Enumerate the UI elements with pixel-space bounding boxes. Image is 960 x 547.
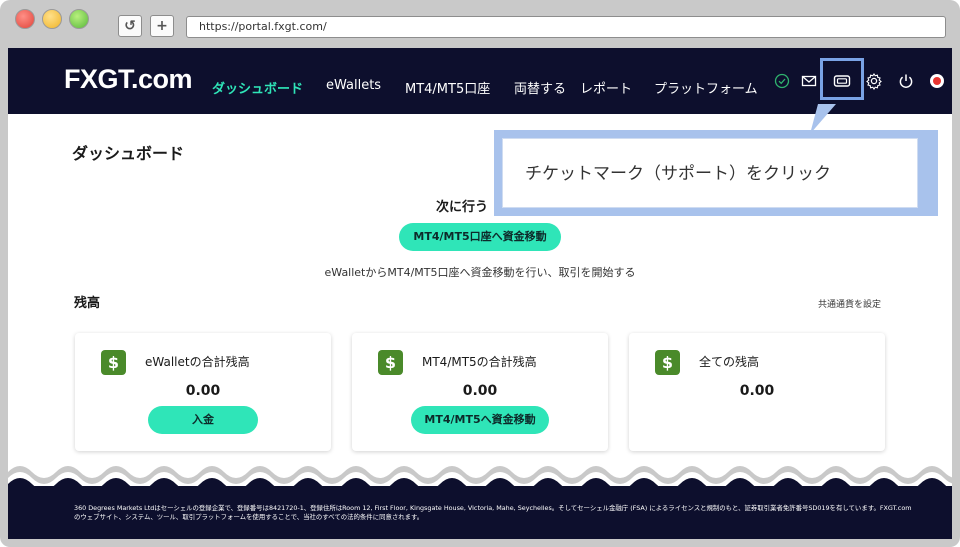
dollar-icon: $ (655, 350, 680, 375)
check-circle-icon[interactable] (773, 72, 791, 90)
card-label: 全ての残高 (699, 355, 760, 369)
instruction-text: チケットマーク（サポート）をクリック (502, 138, 918, 208)
transfer-to-mt-account-button[interactable]: MT4/MT5口座へ資金移動 (399, 223, 561, 251)
dollar-icon: $ (101, 350, 126, 375)
next-step-title: 次に行う (436, 200, 489, 215)
card-value: 0.00 (185, 383, 221, 399)
ticket-highlight-box (820, 58, 864, 100)
nav-ewallets[interactable]: eWallets (326, 78, 381, 93)
page-viewport: FXGT.com ダッシュボード eWallets MT4/MT5口座 両替する… (8, 48, 952, 539)
card-label: MT4/MT5の合計残高 (422, 355, 537, 369)
new-tab-button[interactable]: + (150, 15, 174, 37)
card-value: 0.00 (462, 383, 498, 399)
fxgt-logo[interactable]: FXGT.com (64, 64, 193, 95)
nav-report[interactable]: レポート (580, 78, 632, 97)
power-icon[interactable] (897, 72, 915, 90)
total-balance-card: $ 全ての残高 0.00 (629, 333, 885, 451)
transfer-to-mt-button[interactable]: MT4/MT5へ資金移動 (411, 406, 549, 434)
browser-window: ↺ + https://portal.fxgt.com/ FXGT.com ダッ… (0, 0, 960, 547)
footer-legal-text: 360 Degrees Markets Ltdはセーシェルの登録企業で、登録番号… (74, 504, 912, 521)
nav-exchange[interactable]: 両替する (514, 78, 566, 97)
mt-balance-card: $ MT4/MT5の合計残高 0.00 MT4/MT5へ資金移動 (352, 333, 608, 451)
address-bar[interactable]: https://portal.fxgt.com/ (186, 16, 946, 38)
nav-platform[interactable]: プラットフォーム (654, 78, 758, 97)
dollar-icon: $ (378, 350, 403, 375)
legal-footer: 360 Degrees Markets Ltdはセーシェルの登録企業で、登録番号… (8, 486, 952, 539)
reload-icon[interactable]: ↺ (118, 15, 142, 37)
ewallet-balance-card: $ eWalletの合計残高 0.00 入金 (75, 333, 331, 451)
minimize-window-button[interactable] (42, 9, 62, 29)
card-label: eWalletの合計残高 (145, 355, 250, 369)
set-common-currency-link[interactable]: 共通通貨を設定 (818, 297, 881, 310)
close-window-button[interactable] (15, 9, 35, 29)
nav-mt4-mt5-accounts[interactable]: MT4/MT5口座 (405, 78, 490, 97)
gear-icon[interactable] (865, 72, 883, 90)
card-value: 0.00 (739, 383, 775, 399)
next-step-description: eWalletからMT4/MT5口座へ資金移動を行い、取引を開始する (324, 266, 636, 279)
page-title: ダッシュボード (72, 144, 185, 163)
status-dot[interactable] (930, 74, 944, 88)
mail-icon[interactable] (800, 72, 818, 90)
instruction-callout: チケットマーク（サポート）をクリック (494, 130, 938, 216)
maximize-window-button[interactable] (69, 9, 89, 29)
nav-dashboard[interactable]: ダッシュボード (212, 78, 303, 97)
deposit-button[interactable]: 入金 (148, 406, 258, 434)
balance-section-title: 残高 (74, 296, 101, 311)
browser-toolbar: ↺ + https://portal.fxgt.com/ (0, 0, 960, 48)
